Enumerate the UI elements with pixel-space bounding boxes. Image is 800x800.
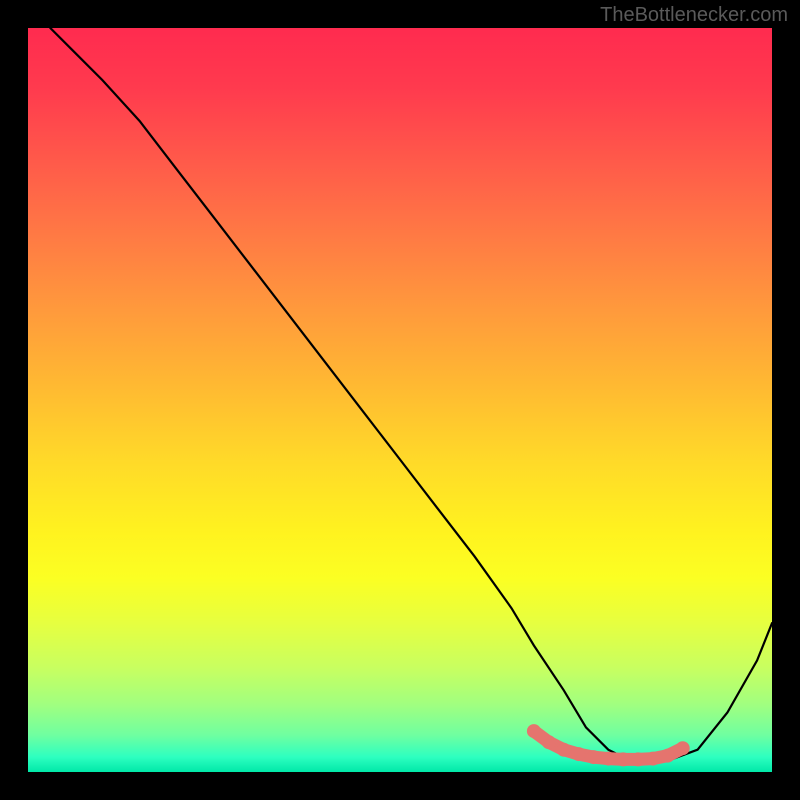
chart-svg: [28, 28, 772, 772]
sweet-spot-dot: [572, 747, 586, 761]
sweet-spot-dots: [527, 724, 690, 766]
sweet-spot-dot: [646, 752, 660, 766]
sweet-spot-dot: [557, 743, 571, 757]
sweet-spot-dot: [527, 724, 541, 738]
sweet-spot-dot: [542, 735, 556, 749]
bottleneck-curve-path: [50, 28, 772, 761]
sweet-spot-dot: [616, 752, 630, 766]
sweet-spot-dot: [661, 749, 675, 763]
plot-area: [28, 28, 772, 772]
sweet-spot-dot: [631, 752, 645, 766]
sweet-spot-dot: [601, 752, 615, 766]
watermark-text: TheBottlenecker.com: [600, 4, 788, 27]
sweet-spot-dot: [586, 750, 600, 764]
sweet-spot-dot: [676, 741, 690, 755]
